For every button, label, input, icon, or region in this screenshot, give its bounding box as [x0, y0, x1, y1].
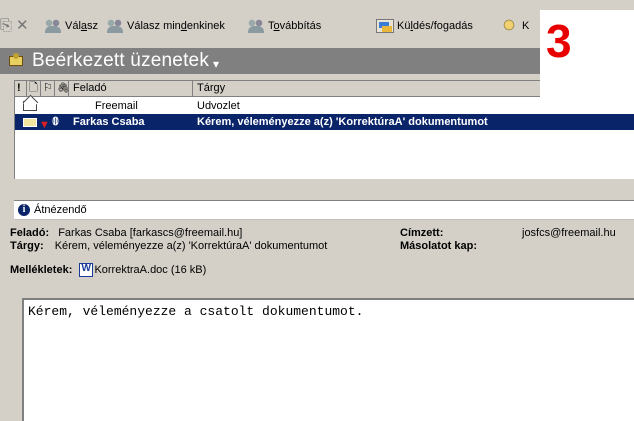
to-line: Címzett: [400, 227, 443, 239]
word-document-icon [79, 263, 94, 277]
step-number-overlay: 3 [540, 10, 634, 100]
delete-button[interactable]: ✕ [16, 17, 29, 35]
move-button[interactable]: ⎘ [0, 17, 12, 35]
find-icon [503, 19, 519, 33]
reply-button[interactable]: Válasz [44, 17, 98, 35]
column-type[interactable]: 🗋 [27, 81, 41, 96]
from-value[interactable]: Farkas Csaba [farkascs@freemail.hu] [58, 227, 242, 239]
preview-infobar: i Átnézendő [14, 200, 634, 220]
message-row[interactable]: Freemail Udvozlet [15, 98, 634, 114]
infobar-text: Átnézendő [34, 204, 87, 216]
forward-label: Továbbítás [268, 20, 322, 32]
flag-icon: ▼ [39, 119, 50, 131]
send-receive-icon [376, 19, 394, 33]
cc-line: Másolatot kap: [400, 240, 477, 252]
message-from: Freemail [95, 100, 138, 112]
reply-icon [44, 19, 62, 33]
envelope-open-icon [23, 101, 37, 111]
message-from: Farkas Csaba [73, 116, 145, 128]
inbox-folder-icon [9, 53, 23, 66]
subject-value: Kérem, véleményezze a(z) 'KorrektúraA' d… [54, 240, 328, 252]
info-icon: i [18, 204, 30, 216]
to-label: Címzett: [400, 227, 444, 239]
subject-label: Tárgy: [10, 240, 44, 252]
folder-title-bar: Beérkezett üzenetek ▾ [0, 48, 634, 74]
column-from[interactable]: Feladó [69, 81, 193, 96]
from-label: Feladó: [10, 227, 50, 239]
find-button[interactable]: K [503, 17, 529, 35]
to-value[interactable]: josfcs@freemail.hu [522, 227, 616, 239]
reply-all-button[interactable]: Válasz mindenkinek [106, 17, 225, 35]
paperclip-icon: 𝟘 [52, 116, 59, 128]
folder-title[interactable]: Beérkezett üzenetek [32, 50, 209, 72]
attachment-name: KorrektraA.doc (16 kB) [94, 263, 207, 276]
reply-all-label: Válasz mindenkinek [127, 20, 225, 32]
toolbar: ⎘ ✕ Válasz Válasz mindenkinek Továbbítás… [0, 0, 634, 48]
send-receive-label: Küldés/fogadás [397, 20, 473, 32]
message-headers: Feladó: Farkas Csaba [farkascs@freemail.… [10, 221, 634, 298]
subject-line: Tárgy: Kérem, véleményezze a(z) 'Korrekt… [10, 240, 345, 252]
folder-move-icon: ⎘ [0, 17, 13, 34]
envelope-closed-icon [23, 118, 37, 127]
from-line: Feladó: Farkas Csaba [farkascs@freemail.… [10, 227, 242, 239]
forward-icon [247, 19, 265, 33]
attachments-label: Mellékletek: [10, 263, 73, 276]
message-body[interactable]: Kérem, véleményezze a csatolt dokumentum… [22, 298, 634, 421]
attachments-line: Mellékletek: KorrektraA.doc (16 kB) [10, 263, 206, 277]
forward-button[interactable]: Továbbítás [247, 17, 321, 35]
cc-label: Másolatot kap: [400, 240, 478, 252]
reply-label: Válasz [65, 20, 99, 32]
find-label: K [522, 20, 530, 32]
chevron-down-icon[interactable]: ▾ [213, 57, 219, 71]
delete-icon: ✕ [16, 17, 29, 34]
send-receive-button[interactable]: Küldés/fogadás [376, 17, 473, 35]
column-importance[interactable]: ! [15, 81, 27, 96]
message-subject: Udvozlet [197, 100, 240, 112]
attachment-link[interactable]: KorrektraA.doc (16 kB) [79, 263, 207, 277]
reply-all-icon [106, 19, 124, 33]
message-subject: Kérem, véleményezze a(z) 'KorrektúraA' d… [197, 116, 488, 128]
column-attachment[interactable]: 🖇 [55, 81, 70, 96]
column-flag[interactable]: ⚐ [41, 81, 55, 96]
message-row-selected[interactable]: ▼ 𝟘 Farkas Csaba Kérem, véleményezze a(z… [15, 114, 634, 131]
